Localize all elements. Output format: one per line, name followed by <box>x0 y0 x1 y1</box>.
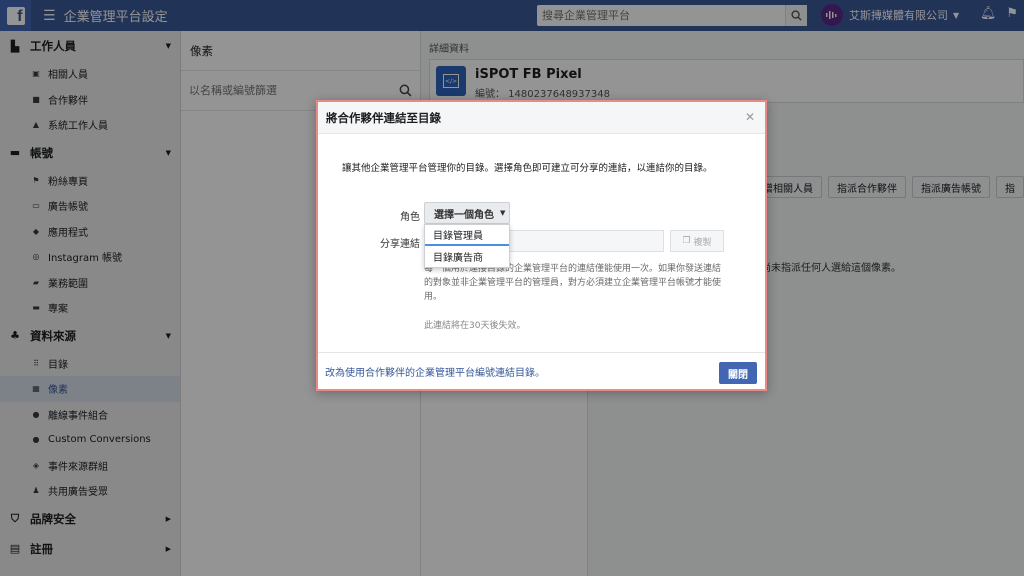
share-link-label: 分享連結 <box>380 239 420 250</box>
role-option-catalog-admin[interactable]: 目錄管理員 <box>425 225 509 246</box>
link-usage-note: 每一個用於連接目錄的企業管理平台的連結僅能使用一次。如果你發送連結的對象並非企業… <box>424 264 722 302</box>
copy-button[interactable]: ❐ 複製 <box>670 230 724 252</box>
link-expiry-note: 此連結將在30天後失效。 <box>424 321 526 331</box>
close-icon[interactable]: ✕ <box>745 110 755 124</box>
role-select-button[interactable]: 選擇一個角色 ▼ <box>424 202 510 224</box>
role-label: 角色 <box>400 212 420 223</box>
role-dropdown-menu: 目錄管理員 目錄廣告商 <box>424 224 510 268</box>
dialog-footer: 改為使用合作夥伴的企業管理平台編號連結目錄。 關閉 <box>318 352 765 389</box>
link-partner-dialog: 將合作夥伴連結至目錄 ✕ 讓其他企業管理平台管理你的目錄。選擇角色即可建立可分享… <box>316 100 767 391</box>
use-business-id-link[interactable]: 改為使用合作夥伴的企業管理平台編號連結目錄。 <box>325 364 545 379</box>
close-button[interactable]: 關閉 <box>719 362 757 384</box>
dialog-intro: 讓其他企業管理平台管理你的目錄。選擇角色即可建立可分享的連結，以連結你的目錄。 <box>342 163 713 174</box>
dialog-title: 將合作夥伴連結至目錄 <box>318 102 765 134</box>
chevron-down-icon: ▼ <box>500 209 506 217</box>
role-option-catalog-advertiser[interactable]: 目錄廣告商 <box>425 246 509 267</box>
copy-icon: ❐ <box>682 236 691 246</box>
